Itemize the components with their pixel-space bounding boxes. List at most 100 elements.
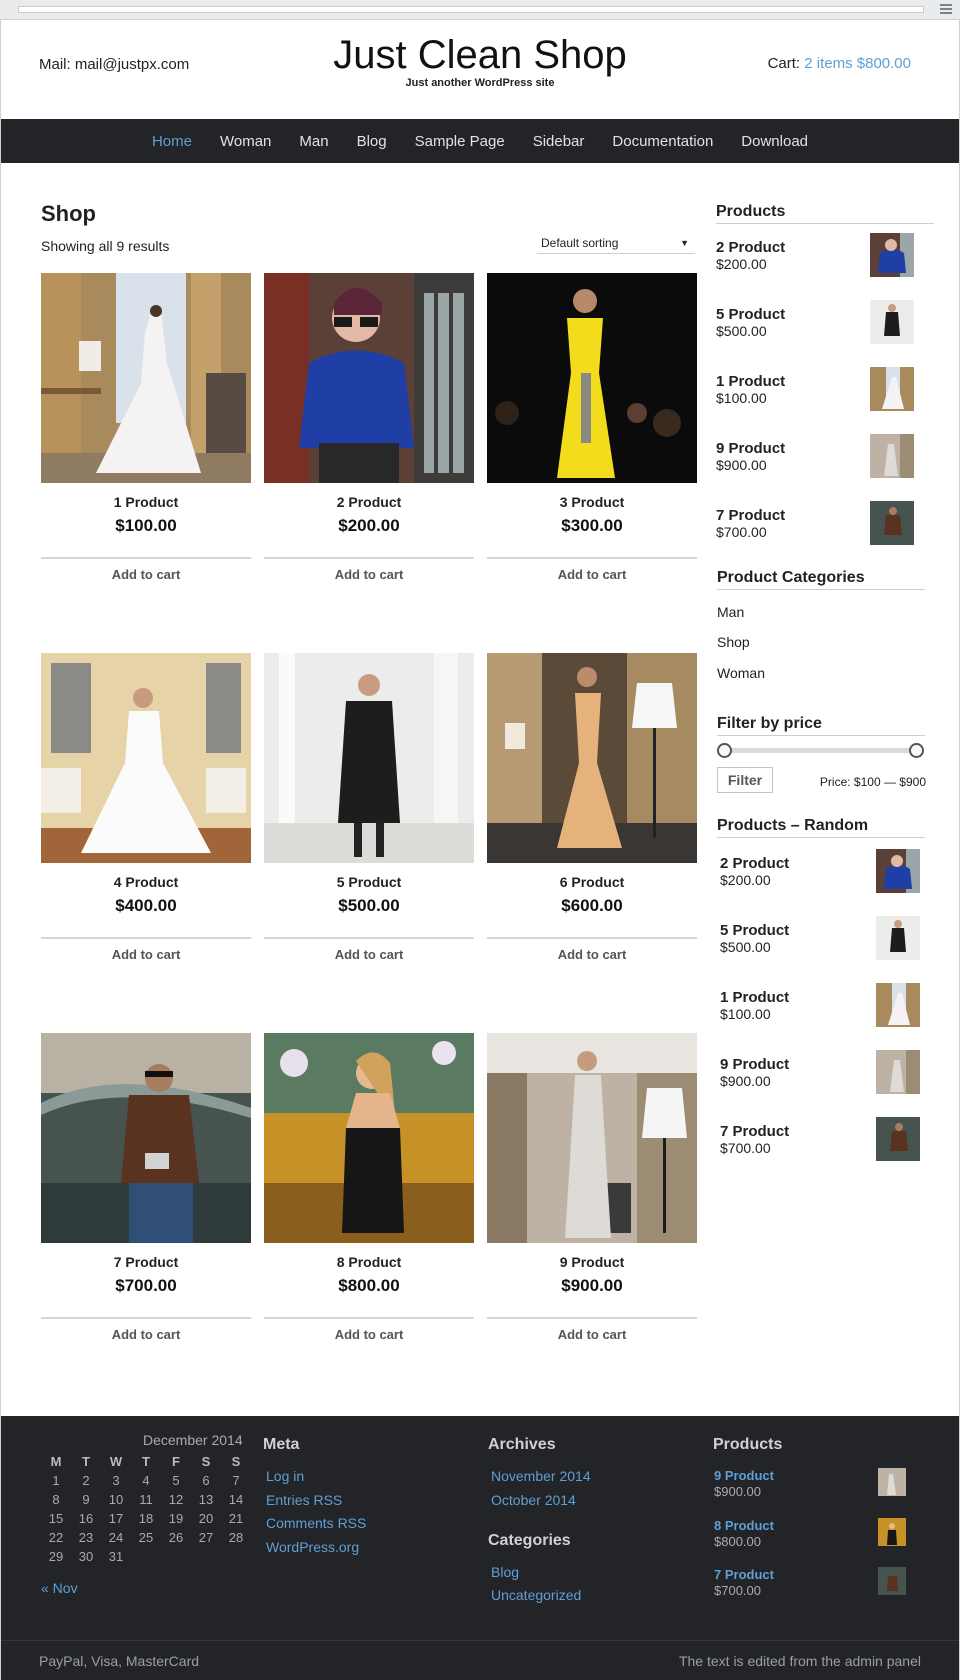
footer-product-thumbnail[interactable] bbox=[878, 1567, 906, 1595]
product-name[interactable]: 6 Product bbox=[487, 874, 697, 890]
sidebar-random-product[interactable]: 9 Product $900.00 bbox=[720, 1050, 930, 1104]
price-slider-max-handle[interactable] bbox=[909, 743, 924, 758]
calendar-week: 8 9 10 11 12 13 14 bbox=[41, 1492, 251, 1511]
hamburger-menu-icon[interactable] bbox=[940, 4, 952, 15]
page-title: Shop bbox=[41, 201, 96, 226]
sidebar-random-product[interactable]: 5 Product $500.00 bbox=[720, 916, 930, 970]
product-image-woman-black-dress-painting[interactable] bbox=[264, 1033, 474, 1243]
calendar-day: 4 bbox=[142, 1473, 150, 1488]
product-name[interactable]: 7 Product bbox=[41, 1254, 251, 1270]
product-thumbnail[interactable] bbox=[876, 1117, 920, 1161]
product-image-man-leather-jacket[interactable] bbox=[41, 1033, 251, 1243]
product-name[interactable]: 1 Product bbox=[41, 494, 251, 510]
category-link-shop[interactable]: Shop bbox=[717, 634, 750, 650]
product-image-yellow-dress-runway[interactable] bbox=[487, 273, 697, 483]
product-thumbnail[interactable] bbox=[870, 233, 914, 277]
sorting-value: Default sorting bbox=[541, 236, 619, 250]
product-name[interactable]: 4 Product bbox=[41, 874, 251, 890]
add-to-cart-button[interactable]: Add to cart bbox=[41, 567, 251, 582]
divider bbox=[487, 557, 697, 559]
product-name[interactable]: 3 Product bbox=[487, 494, 697, 510]
product-thumbnail[interactable] bbox=[876, 1050, 920, 1094]
product-thumbnail[interactable] bbox=[870, 434, 914, 478]
product-name[interactable]: 5 Product bbox=[264, 874, 474, 890]
category-link-woman[interactable]: Woman bbox=[717, 665, 765, 681]
weekday: T bbox=[82, 1454, 90, 1469]
footer-product-name[interactable]: 9 Product bbox=[714, 1468, 774, 1483]
calendar-day: 7 bbox=[232, 1473, 240, 1488]
address-bar[interactable] bbox=[18, 6, 924, 13]
nav-item-man[interactable]: Man bbox=[299, 133, 328, 150]
category-link-man[interactable]: Man bbox=[717, 604, 744, 620]
sidebar-product[interactable]: 1 Product $100.00 bbox=[716, 367, 926, 421]
filter-button[interactable]: Filter bbox=[717, 767, 773, 793]
price-slider-min-handle[interactable] bbox=[717, 743, 732, 758]
nav-item-sidebar[interactable]: Sidebar bbox=[533, 133, 585, 150]
cart-link[interactable]: 2 items $800.00 bbox=[804, 55, 911, 72]
calendar-day: 22 bbox=[48, 1530, 64, 1545]
footer-product-thumbnail[interactable] bbox=[878, 1468, 906, 1496]
product-thumbnail[interactable] bbox=[870, 300, 914, 344]
nav-item-blog[interactable]: Blog bbox=[357, 133, 387, 150]
footer-link-wordpress-org[interactable]: WordPress.org bbox=[266, 1539, 359, 1555]
footer-link-entries-rss[interactable]: Entries RSS bbox=[266, 1492, 342, 1508]
nav-item-woman[interactable]: Woman bbox=[220, 133, 271, 150]
footer-link-log-in[interactable]: Log in bbox=[266, 1468, 304, 1484]
archive-link-november-2014[interactable]: November 2014 bbox=[491, 1468, 591, 1484]
nav-item-sample-page[interactable]: Sample Page bbox=[415, 133, 505, 150]
product-name[interactable]: 9 Product bbox=[487, 1254, 697, 1270]
calendar-day: 30 bbox=[78, 1549, 94, 1564]
site-header: Mail: mail@justpx.com Just Clean Shop Ju… bbox=[1, 20, 959, 119]
calendar-day: 6 bbox=[202, 1473, 210, 1488]
product-image-woman-silver-dress[interactable] bbox=[487, 1033, 697, 1243]
add-to-cart-button[interactable]: Add to cart bbox=[264, 947, 474, 962]
product-thumbnail[interactable] bbox=[876, 849, 920, 893]
sidebar-product[interactable]: 9 Product $900.00 bbox=[716, 434, 926, 488]
product-thumbnail[interactable] bbox=[876, 983, 920, 1027]
calendar-day: 1 bbox=[52, 1473, 60, 1488]
add-to-cart-button[interactable]: Add to cart bbox=[487, 1327, 697, 1342]
category-link-blog[interactable]: Blog bbox=[491, 1564, 519, 1580]
sidebar-random-product[interactable]: 1 Product $100.00 bbox=[720, 983, 930, 1037]
price-slider-track[interactable] bbox=[724, 748, 916, 753]
product-name[interactable]: 2 Product bbox=[264, 494, 474, 510]
sidebar-random-product[interactable]: 7 Product $700.00 bbox=[720, 1117, 930, 1171]
footer-product-name[interactable]: 8 Product bbox=[714, 1518, 774, 1533]
footer-payment-text: PayPal, Visa, MasterCard bbox=[39, 1653, 200, 1669]
sidebar-product[interactable]: 7 Product $700.00 bbox=[716, 501, 926, 555]
product-name[interactable]: 8 Product bbox=[264, 1254, 474, 1270]
product-thumbnail[interactable] bbox=[870, 367, 914, 411]
add-to-cart-button[interactable]: Add to cart bbox=[487, 567, 697, 582]
nav-item-download[interactable]: Download bbox=[741, 133, 808, 150]
weekday: M bbox=[50, 1454, 62, 1469]
calendar-day: 17 bbox=[108, 1511, 124, 1526]
product-thumbnail[interactable] bbox=[876, 916, 920, 960]
product-image-woman-black-dress[interactable] bbox=[264, 653, 474, 863]
nav-item-documentation[interactable]: Documentation bbox=[612, 133, 713, 150]
add-to-cart-button[interactable]: Add to cart bbox=[487, 947, 697, 962]
page: Mail: mail@justpx.com Just Clean Shop Ju… bbox=[0, 20, 960, 1680]
product-image-woman-gold-gown[interactable] bbox=[487, 653, 697, 863]
calendar-day: 5 bbox=[172, 1473, 180, 1488]
product-image-woman-blue-lace[interactable] bbox=[264, 273, 474, 483]
sidebar-product[interactable]: 5 Product $500.00 bbox=[716, 300, 926, 354]
add-to-cart-button[interactable]: Add to cart bbox=[264, 1327, 474, 1342]
sidebar-random-product[interactable]: 2 Product $200.00 bbox=[720, 849, 930, 903]
product-image-bride-white-gown[interactable] bbox=[41, 273, 251, 483]
sorting-select[interactable]: Default sorting ▼ bbox=[537, 234, 695, 254]
footer-link-comments-rss[interactable]: Comments RSS bbox=[266, 1515, 366, 1531]
archive-link-october-2014[interactable]: October 2014 bbox=[491, 1492, 576, 1508]
category-link-uncategorized[interactable]: Uncategorized bbox=[491, 1587, 581, 1603]
product-image-bride-ball-gown[interactable] bbox=[41, 653, 251, 863]
add-to-cart-button[interactable]: Add to cart bbox=[264, 567, 474, 582]
add-to-cart-button[interactable]: Add to cart bbox=[41, 947, 251, 962]
calendar-prev-link[interactable]: « Nov bbox=[41, 1580, 78, 1596]
sidebar-product[interactable]: 2 Product $200.00 bbox=[716, 233, 926, 287]
product-thumbnail[interactable] bbox=[870, 501, 914, 545]
nav-item-home[interactable]: Home bbox=[152, 133, 192, 150]
calendar-day: 3 bbox=[112, 1473, 120, 1488]
footer-product-name[interactable]: 7 Product bbox=[714, 1567, 774, 1582]
add-to-cart-button[interactable]: Add to cart bbox=[41, 1327, 251, 1342]
footer-categories-title: Categories bbox=[488, 1532, 571, 1549]
footer-product-thumbnail[interactable] bbox=[878, 1518, 906, 1546]
